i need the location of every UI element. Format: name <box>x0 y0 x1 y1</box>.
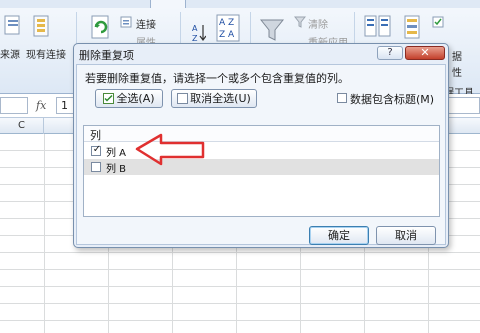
unselect-all-button[interactable]: 取消全选(U) <box>171 89 257 108</box>
close-button[interactable]: ✕ <box>405 46 445 60</box>
existing-connections-label[interactable]: 现有连接 <box>26 46 66 61</box>
clear-label[interactable]: 清除 <box>308 16 328 31</box>
fx-icon[interactable]: fx <box>36 99 46 112</box>
other-sources-icon[interactable] <box>4 14 22 36</box>
column-a-checkbox[interactable]: ✓ <box>91 144 102 156</box>
columns-list-header-label: 列 <box>90 129 101 142</box>
text-to-columns-icon[interactable] <box>364 14 392 40</box>
filter-icon[interactable] <box>260 18 286 44</box>
svg-text:A: A <box>228 30 235 40</box>
svg-text:Z: Z <box>219 30 225 40</box>
unselect-all-icon <box>177 93 189 104</box>
dialog-body: 若要删除重复值，请选择一个或多个包含重复值的列。 全选(A) 取消全选(U) 数… <box>76 64 446 245</box>
check-icon: ✓ <box>92 144 102 155</box>
dialog-title: 删除重复项 <box>79 49 134 62</box>
tab-data[interactable] <box>150 0 186 8</box>
instruction-text: 若要删除重复值，请选择一个或多个包含重复值的列。 <box>85 72 349 85</box>
sort-icon[interactable]: A Z Z A <box>216 14 242 44</box>
source-label[interactable]: 来源 <box>0 46 20 61</box>
existing-connections-icon[interactable] <box>30 14 54 40</box>
select-all-button[interactable]: 全选(A) <box>95 89 163 108</box>
name-box[interactable] <box>0 97 28 114</box>
remove-duplicates-dialog: 删除重复项 ? ✕ 若要删除重复值，请选择一个或多个包含重复值的列。 全选(A)… <box>73 43 449 248</box>
svg-text:A: A <box>219 18 226 28</box>
refresh-all-icon[interactable] <box>88 14 114 42</box>
column-b-checkbox[interactable] <box>91 162 101 172</box>
select-all-icon <box>103 93 115 104</box>
ribbon-tab-strip <box>0 0 480 8</box>
red-arrow-annotation-icon <box>135 133 205 166</box>
connections-label[interactable]: 连接 <box>136 16 156 31</box>
remove-duplicates-icon[interactable] <box>404 14 422 40</box>
header-checkbox[interactable] <box>337 93 347 103</box>
sort-ascending-icon[interactable]: A Z <box>192 22 206 44</box>
ok-button[interactable]: 确定 <box>309 226 369 245</box>
column-b-label: 列 B <box>106 164 127 175</box>
svg-text:A: A <box>192 24 198 33</box>
svg-text:Z: Z <box>228 18 234 28</box>
header-checkbox-label[interactable]: 数据包含标题(M) <box>350 91 434 107</box>
clear-filter-icon <box>294 16 306 28</box>
cancel-button[interactable]: 取消 <box>376 226 436 245</box>
properties-short-label[interactable]: 性 <box>452 64 462 79</box>
connections-icon <box>120 16 132 28</box>
data-validation-icon <box>432 16 444 28</box>
unselect-all-label: 取消全选(U) <box>190 92 251 105</box>
column-a-label: 列 A <box>106 148 127 159</box>
select-all-label: 全选(A) <box>116 92 155 105</box>
svg-text:Z: Z <box>192 34 198 43</box>
column-header-c[interactable]: C <box>0 118 44 134</box>
help-button[interactable]: ? <box>377 46 403 60</box>
data-label[interactable]: 据 <box>452 48 462 63</box>
